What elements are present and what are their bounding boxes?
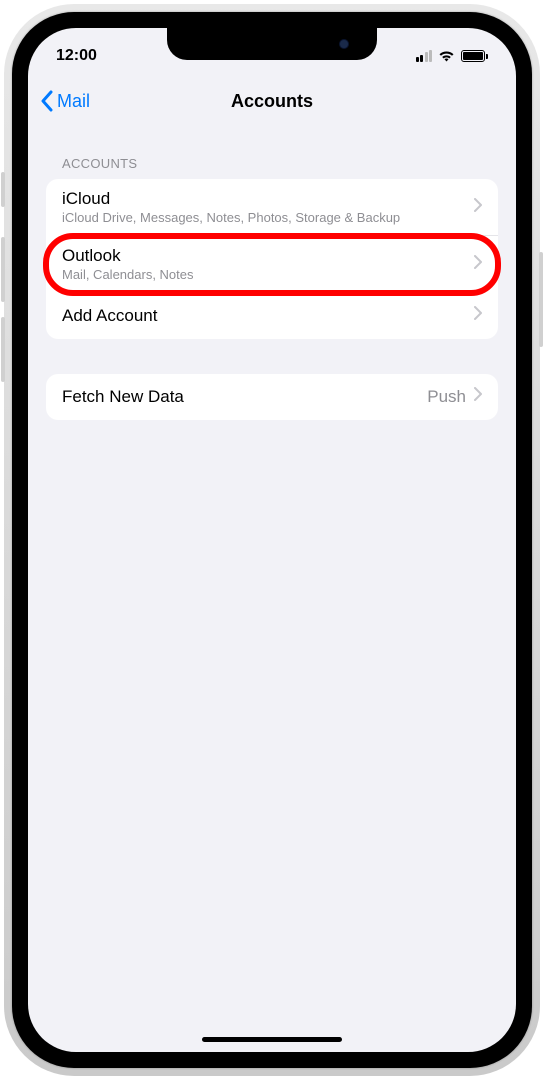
account-row-icloud[interactable]: iCloud iCloud Drive, Messages, Notes, Ph… (46, 179, 498, 236)
fetch-new-data-row[interactable]: Fetch New Data Push (46, 374, 498, 420)
chevron-right-icon (474, 198, 482, 217)
status-time: 12:00 (56, 47, 97, 65)
account-row-outlook[interactable]: Outlook Mail, Calendars, Notes (46, 236, 498, 293)
chevron-left-icon (40, 90, 53, 112)
page-title: Accounts (231, 91, 313, 112)
cellular-signal-icon (416, 50, 433, 62)
account-subtitle: iCloud Drive, Messages, Notes, Photos, S… (62, 210, 474, 227)
front-camera (339, 39, 349, 49)
chevron-right-icon (474, 387, 482, 406)
phone-frame: 12:00 (12, 12, 532, 1068)
nav-bar: Mail Accounts (28, 76, 516, 126)
accounts-list-group: iCloud iCloud Drive, Messages, Notes, Ph… (46, 179, 498, 339)
add-account-label: Add Account (62, 305, 474, 327)
back-label: Mail (57, 91, 90, 112)
fetch-list-group: Fetch New Data Push (46, 374, 498, 420)
highlighted-row-wrapper: Outlook Mail, Calendars, Notes (46, 236, 498, 293)
screen: 12:00 (28, 28, 516, 1052)
add-account-row[interactable]: Add Account (46, 293, 498, 339)
accounts-section-header: ACCOUNTS (46, 126, 498, 179)
home-indicator[interactable] (202, 1037, 342, 1042)
status-icons (416, 50, 489, 62)
volume-up-button (1, 237, 5, 302)
wifi-icon (438, 50, 455, 62)
account-title: iCloud (62, 188, 474, 210)
volume-down-button (1, 317, 5, 382)
back-button[interactable]: Mail (40, 90, 90, 112)
power-button (539, 252, 543, 347)
fetch-title: Fetch New Data (62, 386, 427, 408)
chevron-right-icon (474, 306, 482, 325)
account-title: Outlook (62, 245, 474, 267)
content-area: ACCOUNTS iCloud iCloud Drive, Messages, … (28, 126, 516, 420)
account-subtitle: Mail, Calendars, Notes (62, 267, 474, 284)
mute-switch (1, 172, 5, 207)
battery-icon (461, 50, 488, 62)
fetch-value: Push (427, 387, 466, 407)
notch (167, 28, 377, 60)
chevron-right-icon (474, 255, 482, 274)
